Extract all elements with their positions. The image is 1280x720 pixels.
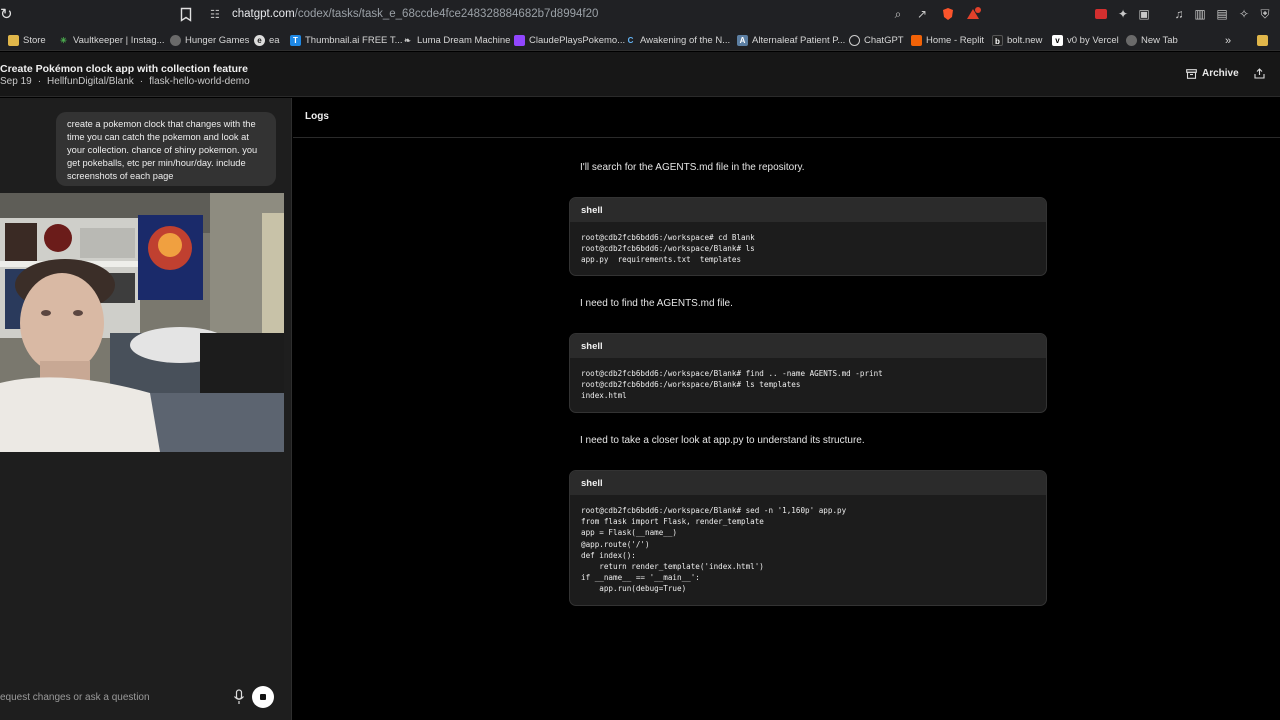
globe-icon: [170, 35, 181, 46]
bookmark-ea[interactable]: e ea: [254, 33, 280, 48]
puzzle-extensions-icon[interactable]: ✦: [1116, 7, 1130, 21]
task-repo[interactable]: HellfunDigital/Blank: [47, 76, 134, 87]
user-prompt-bubble: create a pokemon clock that changes with…: [56, 112, 276, 186]
shell-line: index.html: [581, 391, 627, 401]
shell-line: app.py requirements.txt templates: [581, 255, 742, 265]
shell-line: return render_template('index.html'): [581, 562, 764, 572]
share-page-icon[interactable]: ↗: [915, 7, 929, 21]
task-date: Sep 19: [0, 76, 32, 87]
shell-title: shell: [570, 471, 1046, 495]
microphone-icon[interactable]: [233, 689, 245, 705]
logs-panel: Logs I'll search for the AGENTS.md file …: [293, 98, 1280, 720]
url-host: chatgpt.com: [232, 8, 295, 20]
screenshot-extension-icon[interactable]: ▣: [1137, 7, 1151, 21]
shell-line: def index():: [581, 550, 636, 560]
ea-icon: e: [254, 35, 265, 46]
search-icon[interactable]: ⌕: [891, 7, 905, 21]
shell-line: from flask import Flask, render_template: [581, 517, 764, 527]
shell-line: root@cdb2fcb6bdd6:/workspace# cd Blank: [581, 233, 755, 242]
sidebar-icon[interactable]: ▥: [1193, 7, 1207, 21]
shell-line: app.run(debug=True): [581, 584, 687, 594]
bookmark-bolt[interactable]: b bolt.new: [992, 33, 1042, 48]
shell-output: root@cdb2fcb6bdd6:/workspace/Blank# sed …: [570, 495, 1046, 605]
bookmarks-overflow-icon[interactable]: »: [1225, 33, 1231, 48]
composer: [0, 682, 290, 712]
task-meta: Sep 19 · HellfunDigital/Blank · flask-he…: [0, 76, 250, 87]
reload-icon[interactable]: ↻: [0, 6, 14, 24]
conversation-panel: create a pokemon clock that changes with…: [0, 98, 292, 720]
agent-message: I need to find the AGENTS.md file.: [580, 298, 733, 309]
url-path: /codex/tasks/task_e_68ccde4fce2483288846…: [294, 8, 599, 20]
site-settings-icon[interactable]: ☷: [210, 8, 222, 22]
bookmark-hunger-games[interactable]: Hunger Games: [170, 33, 249, 48]
bookmark-awakening[interactable]: C Awakening of the N...: [625, 33, 731, 48]
globe-icon: [1126, 35, 1137, 46]
meta-separator: ·: [37, 76, 42, 87]
bookmark-icon[interactable]: [180, 7, 192, 22]
c-icon: C: [627, 36, 634, 45]
extension-red-icon[interactable]: [1094, 7, 1108, 21]
leaf-icon: A: [737, 35, 748, 46]
shell-line: root@cdb2fcb6bdd6:/workspace/Blank# find…: [581, 369, 883, 378]
openai-icon: [849, 35, 860, 46]
shell-line: root@cdb2fcb6bdd6:/workspace/Blank# ls t…: [581, 380, 801, 390]
shell-title: shell: [570, 334, 1046, 358]
replit-icon: [911, 35, 922, 46]
archive-button[interactable]: Archive: [1186, 68, 1239, 79]
share-icon[interactable]: [1254, 68, 1265, 82]
shell-block: shell root@cdb2fcb6bdd6:/workspace/Blank…: [569, 470, 1047, 606]
shell-block: shell root@cdb2fcb6bdd6:/workspace# cd B…: [569, 197, 1047, 276]
bolt-icon: b: [992, 35, 1003, 46]
wallet-icon[interactable]: ▤: [1215, 7, 1229, 21]
archive-icon: [1186, 68, 1197, 79]
star-burst-icon: ✳: [60, 36, 67, 45]
shell-block: shell root@cdb2fcb6bdd6:/workspace/Blank…: [569, 333, 1047, 413]
bookmarks-bar: Store ✳ Vaultkeeper | Instag... Hunger Ga…: [0, 30, 1280, 51]
all-bookmarks-folder-icon[interactable]: [1257, 33, 1268, 48]
browser-toolbar: ↻ ☷ chatgpt.com/codex/tasks/task_e_68ccd…: [0, 0, 1280, 30]
bookmark-alternaleaf[interactable]: A Alternaleaf Patient P...: [737, 33, 845, 48]
shell-output: root@cdb2fcb6bdd6:/workspace/Blank# find…: [570, 358, 1046, 412]
bookmark-claude-plays-pokemon[interactable]: ClaudePlaysPokemo...: [514, 33, 625, 48]
bookmark-thumbnail-ai[interactable]: T Thumbnail.ai FREE T...: [290, 33, 403, 48]
bookmark-v0[interactable]: v v0 by Vercel: [1052, 33, 1119, 48]
media-icon[interactable]: ♫: [1172, 7, 1186, 21]
address-bar[interactable]: chatgpt.com/codex/tasks/task_e_68ccde4fc…: [232, 8, 598, 20]
shell-line: root@cdb2fcb6bdd6:/workspace/Blank# ls: [581, 244, 755, 254]
shell-line: if __name__ == '__main__':: [581, 573, 700, 583]
agent-message: I'll search for the AGENTS.md file in th…: [580, 162, 805, 173]
brave-rewards-icon[interactable]: [966, 7, 981, 21]
v0-icon: v: [1052, 35, 1063, 46]
vpn-shield-icon[interactable]: ⛨: [1258, 7, 1272, 21]
leo-ai-icon[interactable]: ✧: [1237, 7, 1251, 21]
thumbnail-icon: T: [290, 35, 301, 46]
follow-up-input[interactable]: [0, 682, 225, 712]
bookmark-luma[interactable]: ❧ Luma Dream Machine: [402, 33, 510, 48]
shell-line: @app.route('/'): [581, 539, 650, 549]
task-branch[interactable]: flask-hello-world-demo: [149, 76, 250, 87]
logs-tabbar: Logs: [293, 98, 1280, 138]
task-header: Create Pokémon clock app with collection…: [0, 52, 1280, 97]
shell-title: shell: [570, 198, 1046, 222]
meta-separator: ·: [139, 76, 144, 87]
stop-button[interactable]: [252, 686, 274, 708]
agent-message: I need to take a closer look at app.py t…: [580, 435, 865, 446]
luma-icon: ❧: [404, 36, 411, 45]
folder-icon: [8, 35, 19, 46]
bookmark-store[interactable]: Store: [8, 33, 46, 48]
bookmark-chatgpt[interactable]: ChatGPT: [849, 33, 904, 48]
brave-shield-icon[interactable]: [941, 7, 955, 21]
shell-output: root@cdb2fcb6bdd6:/workspace# cd Blank ro…: [570, 222, 1046, 275]
task-title: Create Pokémon clock app with collection…: [0, 63, 248, 75]
twitch-icon: [514, 35, 525, 46]
bookmark-new-tab[interactable]: New Tab: [1126, 33, 1178, 48]
bookmark-replit[interactable]: Home - Replit: [911, 33, 984, 48]
bookmark-vaultkeeper[interactable]: ✳ Vaultkeeper | Instag...: [58, 33, 164, 48]
tab-logs[interactable]: Logs: [305, 111, 329, 122]
shell-line: app = Flask(__name__): [581, 528, 678, 538]
shell-line: root@cdb2fcb6bdd6:/workspace/Blank# sed …: [581, 506, 847, 515]
webcam-overlay: [0, 193, 284, 452]
